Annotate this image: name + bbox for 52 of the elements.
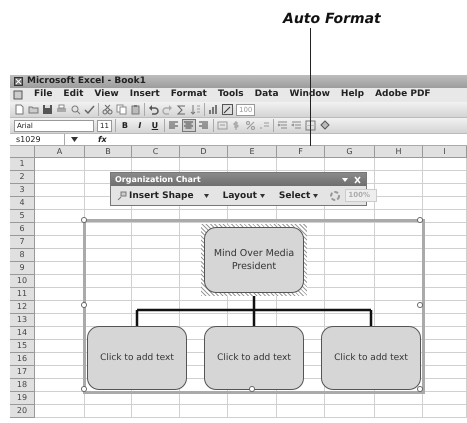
- column-header[interactable]: I: [423, 146, 467, 158]
- menu-item[interactable]: Format: [170, 88, 207, 102]
- row-number[interactable]: 8: [10, 249, 35, 262]
- row-number[interactable]: 11: [10, 288, 35, 301]
- column-header[interactable]: C: [132, 146, 180, 158]
- menu-item[interactable]: View: [94, 88, 119, 102]
- window-title: Microsoft Excel - Book1: [27, 75, 146, 88]
- org-chart-box[interactable]: Click to add text: [87, 326, 187, 390]
- row-number[interactable]: 14: [10, 327, 35, 340]
- menu-item[interactable]: Edit: [63, 88, 84, 102]
- menu-item[interactable]: Tools: [218, 88, 244, 102]
- org-chart-box[interactable]: Mind Over Media President: [204, 227, 304, 293]
- row-number[interactable]: 19: [10, 392, 35, 405]
- column-header[interactable]: H: [375, 146, 423, 158]
- row-number[interactable]: 12: [10, 301, 35, 314]
- italic-button[interactable]: I: [134, 120, 146, 132]
- menu-item[interactable]: Help: [340, 88, 364, 102]
- menu-item[interactable]: File: [34, 88, 52, 102]
- callout-label: Auto Format: [283, 11, 381, 27]
- toolbar-title: Organization Chart: [115, 174, 201, 186]
- row-number[interactable]: 16: [10, 353, 35, 366]
- row-number[interactable]: 4: [10, 197, 35, 210]
- function-label[interactable]: fx: [98, 134, 107, 146]
- column-header[interactable]: A: [35, 146, 85, 158]
- column-header[interactable]: F: [277, 146, 325, 158]
- row-number[interactable]: 18: [10, 379, 35, 392]
- row-number[interactable]: 10: [10, 275, 35, 288]
- row-number[interactable]: 20: [10, 405, 35, 418]
- row-number[interactable]: 9: [10, 262, 35, 275]
- menu-item[interactable]: Adobe PDF: [375, 88, 431, 102]
- column-header[interactable]: G: [325, 146, 375, 158]
- toolbar-dropdown-button[interactable]: Select: [276, 188, 322, 202]
- row-number[interactable]: 6: [10, 223, 35, 236]
- org-chart-box[interactable]: Click to add text: [321, 326, 421, 390]
- row-number[interactable]: 13: [10, 314, 35, 327]
- column-header[interactable]: E: [228, 146, 277, 158]
- row-number[interactable]: 7: [10, 236, 35, 249]
- underline-button[interactable]: U: [148, 120, 161, 132]
- org-chart-box[interactable]: Click to add text: [204, 326, 304, 390]
- menu-item[interactable]: Insert: [130, 88, 160, 102]
- toolbar-dropdown-button[interactable]: Layout: [220, 188, 268, 202]
- row-number[interactable]: 5: [10, 210, 35, 223]
- row-number[interactable]: 2: [10, 171, 35, 184]
- toolbar-dropdown-button[interactable]: Insert Shape: [114, 188, 212, 202]
- row-number[interactable]: 3: [10, 184, 35, 197]
- row-number[interactable]: 17: [10, 366, 35, 379]
- menu-item[interactable]: Data: [254, 88, 279, 102]
- row-number[interactable]: 15: [10, 340, 35, 353]
- bold-button[interactable]: B: [118, 120, 131, 132]
- row-number[interactable]: 1: [10, 158, 35, 171]
- column-header[interactable]: B: [85, 146, 132, 158]
- column-header[interactable]: D: [180, 146, 228, 158]
